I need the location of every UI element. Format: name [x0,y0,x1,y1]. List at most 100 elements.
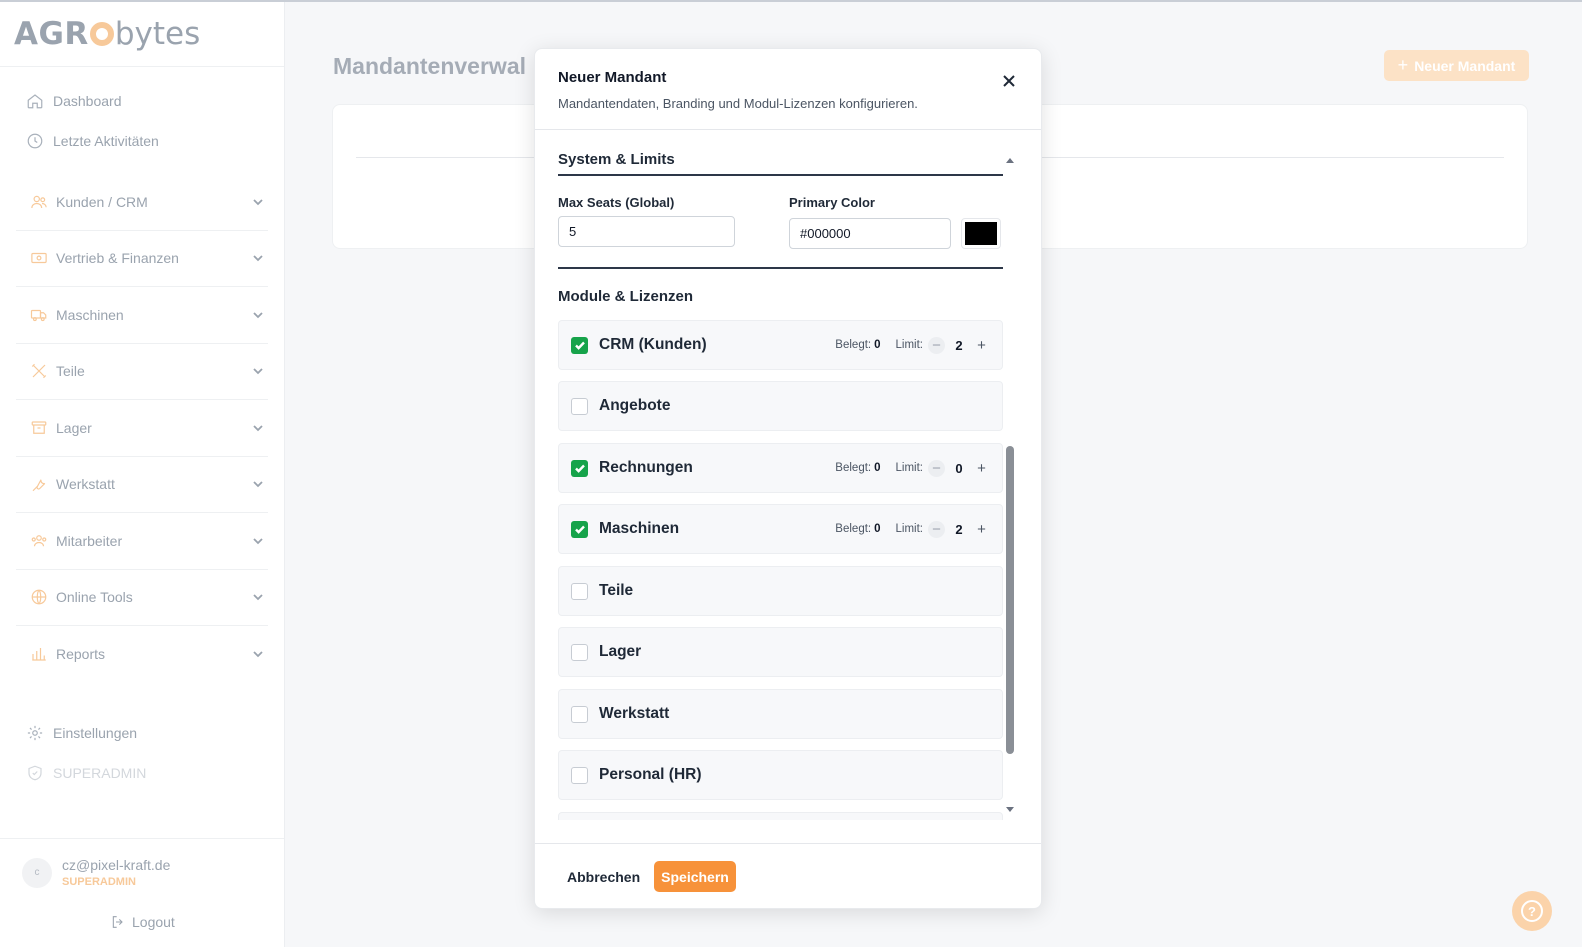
nav-recent-activity[interactable]: Letzte Aktivitäten [16,126,268,156]
nav-label: Letzte Aktivitäten [53,133,159,149]
dialog-scroll-area[interactable]: System & Limits Max Seats (Global) 5 Pri… [558,130,1004,820]
app-logo[interactable]: AGR bytes [14,14,200,54]
scrollbar-thumb[interactable] [1006,446,1014,754]
nav-label: Dashboard [53,93,122,109]
module-name: Rechnungen [599,459,693,476]
nav-settings[interactable]: Einstellungen [16,718,268,748]
decrement-button[interactable]: − [928,520,945,538]
divider [0,66,284,67]
chevron-down-icon [253,255,263,262]
gear-icon [27,725,43,741]
close-icon [1003,75,1015,87]
decrement-button[interactable]: − [928,459,945,477]
module-name: Werkstatt [599,705,670,722]
close-button[interactable] [1001,73,1019,91]
increment-button[interactable]: + [973,460,990,477]
logout-button[interactable]: Logout [110,914,175,930]
module-checkbox-workshop[interactable] [571,705,588,723]
nav-label: SUPERADMIN [53,765,147,781]
dialog-title: Neuer Mandant [558,69,667,86]
module-row-next [558,812,1003,820]
used-count: 0 [874,339,881,351]
nav-group-label: Werkstatt [56,476,115,493]
divider [0,838,284,839]
globe-icon [31,589,47,605]
new-tenant-label: Neuer Mandant [1414,57,1516,74]
dialog-scrollbar[interactable] [1004,156,1016,821]
clock-icon [27,133,43,149]
chevron-down-icon [253,199,263,206]
increment-button[interactable]: + [973,521,990,538]
nav-group-machines[interactable]: Maschinen [16,287,268,344]
nav-superadmin[interactable]: SUPERADMIN [16,758,268,788]
module-row-crm: CRM (Kunden) Belegt: 0 Limit: − 2 + [558,320,1003,370]
module-checkbox-warehouse[interactable] [571,643,588,661]
max-seats-label: Max Seats (Global) [558,195,675,210]
module-checkbox-offers[interactable] [571,397,588,415]
nav-group-employees[interactable]: Mitarbeiter [16,513,268,570]
shield-icon [28,765,42,781]
help-icon: ? [1521,900,1543,922]
module-checkbox-invoices[interactable] [571,459,588,477]
limit-label: Limit: [895,462,923,474]
primary-color-input[interactable]: #000000 [789,218,951,249]
module-row-machines: Maschinen Belegt: 0 Limit: − 2 + [558,504,1003,554]
help-button[interactable]: ? [1512,891,1552,931]
nav-group-label: Reports [56,646,106,663]
used-count: 0 [874,462,881,474]
module-checkbox-parts[interactable] [571,582,588,600]
color-picker-swatch[interactable] [961,218,1001,249]
tools-icon [31,364,47,379]
scroll-up-arrow-icon[interactable] [1006,158,1014,163]
chevron-down-icon [253,594,263,601]
module-checkbox-hr[interactable] [571,766,588,784]
used-count: 0 [874,523,881,535]
nav-dashboard[interactable]: Dashboard [16,86,268,116]
nav-group-online-tools[interactable]: Online Tools [16,570,268,626]
chevron-down-icon [253,538,263,545]
nav-group-crm[interactable]: Kunden / CRM [16,174,268,231]
nav-label: Einstellungen [53,725,138,741]
decrement-button[interactable]: − [928,336,945,354]
nav-group-warehouse[interactable]: Lager [16,400,268,457]
sidebar: AGR bytes Dashboard Letzte Aktivitäten K… [0,2,285,947]
module-row-hr: Personal (HR) [558,750,1003,800]
dialog-subtitle: Mandantendaten, Branding und Modul-Lizen… [558,96,918,111]
used-label: Belegt: [835,523,872,535]
module-checkbox-machines[interactable] [571,520,588,538]
check-icon [574,525,585,534]
nav-group-sales-finance[interactable]: Vertrieb & Finanzen [16,231,268,287]
cancel-button[interactable]: Abbrechen [557,861,650,892]
nav-group-label: Online Tools [56,589,133,606]
license-limits: Belegt: 0 Limit: − 2 + [835,321,990,369]
module-name: CRM (Kunden) [599,336,707,353]
user-profile[interactable]: c cz@pixel-kraft.de SUPERADMIN [22,857,170,888]
nav-group-workshop[interactable]: Werkstatt [16,457,268,513]
scroll-down-arrow-icon[interactable] [1006,807,1014,812]
module-checkbox-crm[interactable] [571,336,588,354]
logo-o-ring [89,22,114,46]
license-limits: Belegt: 0 Limit: − 0 + [835,444,990,492]
nav-group-parts[interactable]: Teile [16,344,268,400]
new-tenant-button[interactable]: + Neuer Mandant [1384,50,1529,81]
chevron-down-icon [253,425,263,432]
limit-value: 0 [955,460,963,476]
limit-label: Limit: [895,339,923,351]
module-row-warehouse: Lager [558,627,1003,677]
chevron-down-icon [253,481,263,488]
increment-button[interactable]: + [973,337,990,354]
nav-group-reports[interactable]: Reports [16,626,268,683]
nav-bottom-links: Einstellungen SUPERADMIN [16,718,268,798]
logout-label: Logout [132,914,175,930]
limit-value: 2 [955,337,963,353]
module-name: Teile [599,582,634,599]
save-button[interactable]: Speichern [654,861,736,892]
module-row-parts: Teile [558,566,1003,616]
module-row-offers: Angebote [558,381,1003,431]
primary-color-label: Primary Color [789,195,875,210]
module-row-workshop: Werkstatt [558,689,1003,739]
max-seats-input[interactable]: 5 [558,216,735,247]
nav-group-label: Maschinen [56,306,124,323]
module-name: Angebote [599,397,671,414]
archive-icon [31,421,47,434]
